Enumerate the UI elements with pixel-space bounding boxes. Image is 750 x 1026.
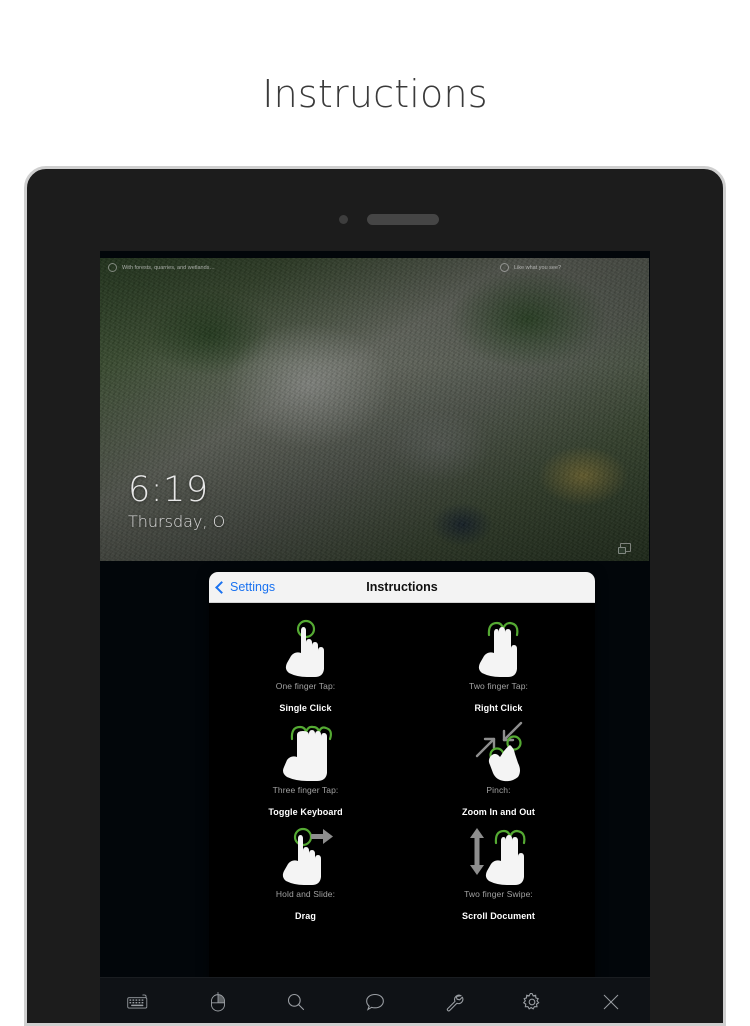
tablet-device: With forests, quarries, and wetlands… Li… <box>24 166 726 1026</box>
toolbar-mouse-button[interactable] <box>179 978 258 1023</box>
gesture-action: Right Click <box>474 703 523 713</box>
modal-header: Settings Instructions <box>209 572 595 603</box>
gesture-row: Hold and Slide: Drag Two finger Swipe: S… <box>209 825 595 929</box>
pinch-hand-icon <box>444 721 554 783</box>
camera-dot-icon <box>339 215 348 224</box>
gesture-item-right-click[interactable]: Two finger Tap: Right Click <box>402 617 595 721</box>
gesture-action: Single Click <box>279 703 332 713</box>
toolbar-tools-button[interactable] <box>414 978 493 1023</box>
gesture-item-single-click[interactable]: One finger Tap: Single Click <box>209 617 402 721</box>
spotlight-like-icon <box>500 263 509 272</box>
page-title: Instructions <box>262 72 488 116</box>
spotlight-info-icon <box>108 263 117 272</box>
lock-screen-time: 6:19 <box>128 470 209 510</box>
display-icon <box>618 543 631 554</box>
bottom-toolbar <box>100 977 650 1023</box>
gesture-caption: One finger Tap: <box>275 681 336 691</box>
toolbar-close-button[interactable] <box>571 978 650 1023</box>
gesture-row: One finger Tap: Single Click Two finger … <box>209 617 595 721</box>
toolbar-keyboard-button[interactable] <box>100 978 179 1023</box>
remote-desktop-view[interactable]: With forests, quarries, and wetlands… Li… <box>100 258 649 561</box>
gesture-item-toggle-keyboard[interactable]: Three finger Tap: Toggle Keyboard <box>209 721 402 825</box>
search-icon <box>286 992 306 1012</box>
chat-bubble-icon <box>365 992 385 1012</box>
gesture-action: Scroll Document <box>461 911 535 921</box>
spotlight-right-text: Like what you see? <box>514 264 562 271</box>
gesture-action: Zoom In and Out <box>462 807 535 817</box>
gesture-action: Drag <box>295 911 316 921</box>
gear-icon <box>522 992 542 1012</box>
spotlight-right[interactable]: Like what you see? <box>500 263 561 272</box>
toolbar-chat-button[interactable] <box>336 978 415 1023</box>
gesture-caption: Two finger Tap: <box>469 681 528 691</box>
lock-screen-date: Thursday, O <box>128 512 226 531</box>
tablet-top-bezel <box>27 169 723 251</box>
gesture-caption: Pinch: <box>486 785 511 795</box>
keyboard-icon <box>126 993 152 1011</box>
toolbar-settings-button[interactable] <box>493 978 572 1023</box>
gesture-row: Three finger Tap: Toggle Keyboard Pinch:… <box>209 721 595 825</box>
one-finger-tap-hand-icon <box>251 617 361 679</box>
modal-title: Instructions <box>366 580 438 594</box>
gesture-caption: Two finger Swipe: <box>464 889 533 899</box>
gesture-action: Toggle Keyboard <box>268 807 343 817</box>
spotlight-left: With forests, quarries, and wetlands… <box>108 263 215 272</box>
mouse-icon <box>209 991 227 1013</box>
gesture-caption: Hold and Slide: <box>275 889 336 899</box>
gesture-item-scroll[interactable]: Two finger Swipe: Scroll Document <box>402 825 595 929</box>
speaker-grille-icon <box>367 214 439 225</box>
gesture-item-drag[interactable]: Hold and Slide: Drag <box>209 825 402 929</box>
instructions-modal: Settings Instructions One finger Tap: Si… <box>209 572 595 1014</box>
gesture-caption: Three finger Tap: <box>272 785 339 795</box>
hold-and-slide-hand-icon <box>251 825 361 887</box>
two-finger-tap-hand-icon <box>444 617 554 679</box>
gesture-grid: One finger Tap: Single Click Two finger … <box>209 603 595 929</box>
three-finger-tap-hand-icon <box>251 721 361 783</box>
gesture-item-zoom[interactable]: Pinch: Zoom In and Out <box>402 721 595 825</box>
app-screen: With forests, quarries, and wetlands… Li… <box>100 251 650 1023</box>
toolbar-search-button[interactable] <box>257 978 336 1023</box>
wrench-icon <box>444 992 464 1012</box>
two-finger-swipe-hand-icon <box>444 825 554 887</box>
close-icon <box>602 993 620 1011</box>
spotlight-left-text: With forests, quarries, and wetlands… <box>122 264 215 271</box>
